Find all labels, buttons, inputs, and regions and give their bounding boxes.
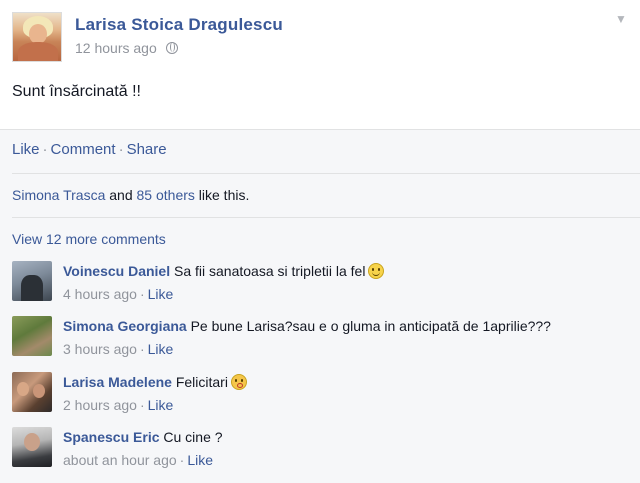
commenter-name[interactable]: Spanescu Eric [63, 429, 160, 445]
comment-like-button[interactable]: Like [148, 286, 174, 302]
likes-summary: Simona Trasca and 85 others like this. [12, 187, 249, 203]
comment-time[interactable]: about an hour ago [63, 452, 177, 468]
commenter-avatar[interactable] [12, 372, 52, 412]
comment-meta: 4 hours ago · Like [63, 286, 174, 302]
post-header: Larisa Stoica Dragulescu 12 hours ago ▼ [12, 12, 628, 62]
comment-meta: 3 hours ago · Like [63, 341, 174, 357]
comment-body: Simona Georgiana Pe bune Larisa?sau e o … [63, 318, 551, 334]
comment-item: Larisa Madelene Felicitari 2 hours ago · L… [12, 372, 632, 416]
smile-emoji-icon [368, 263, 385, 279]
post-timestamp[interactable]: 12 hours ago [75, 40, 157, 56]
author-avatar[interactable] [12, 12, 62, 62]
comment-like-button[interactable]: Like [148, 341, 174, 357]
author-name[interactable]: Larisa Stoica Dragulescu [75, 15, 283, 35]
post-meta: 12 hours ago [75, 40, 178, 56]
comment-body: Larisa Madelene Felicitari [63, 374, 247, 390]
view-more-comments-link[interactable]: View 12 more comments [12, 231, 166, 247]
comment-time[interactable]: 3 hours ago [63, 341, 137, 357]
divider [12, 217, 640, 218]
likes-suffix: like this. [198, 187, 250, 203]
action-separator: · [118, 141, 124, 158]
kiss-emoji-icon [230, 374, 247, 390]
commenter-name[interactable]: Simona Georgiana [63, 318, 187, 334]
commenter-avatar[interactable] [12, 261, 52, 301]
commenter-avatar[interactable] [12, 316, 52, 356]
comment-item: Spanescu Eric Cu cine ? about an hour ag… [12, 427, 632, 471]
facebook-post: Larisa Stoica Dragulescu 12 hours ago ▼ … [0, 0, 640, 483]
globe-icon[interactable] [165, 42, 178, 54]
comment-time[interactable]: 2 hours ago [63, 397, 137, 413]
comment-meta: about an hour ago · Like [63, 452, 214, 468]
commenter-avatar[interactable] [12, 427, 52, 467]
comment-text: Pe bune Larisa?sau e o gluma in anticipa… [190, 318, 551, 334]
comment-body: Voinescu Daniel Sa fii sanatoasa si trip… [63, 263, 385, 279]
comment-body: Spanescu Eric Cu cine ? [63, 429, 223, 445]
likes-connector: and [109, 187, 133, 203]
comment-meta: 2 hours ago · Like [63, 397, 174, 413]
comment-item: Voinescu Daniel Sa fii sanatoasa si trip… [12, 261, 632, 305]
comment-text: Felicitari [175, 374, 228, 390]
divider [12, 173, 640, 174]
share-button[interactable]: Share [127, 141, 167, 158]
post-status-text: Sunt însărcinată !! [12, 83, 141, 100]
comment-text: Cu cine ? [163, 429, 223, 445]
commenter-name[interactable]: Voinescu Daniel [63, 263, 170, 279]
comment-like-button[interactable]: Like [187, 452, 213, 468]
comment-item: Simona Georgiana Pe bune Larisa?sau e o … [12, 316, 632, 360]
action-separator: · [42, 141, 48, 158]
liker-name[interactable]: Simona Trasca [12, 187, 105, 203]
commenter-name[interactable]: Larisa Madelene [63, 374, 172, 390]
likes-others-link[interactable]: 85 others [137, 187, 195, 203]
comment-like-button[interactable]: Like [148, 397, 174, 413]
comment-text: Sa fii sanatoasa si tripletii la fel [174, 263, 366, 279]
comment-button[interactable]: Comment [51, 141, 116, 158]
feedback-section: Like · Comment · Share Simona Trasca and 85 … [0, 129, 640, 483]
chevron-down-icon[interactable]: ▼ [614, 12, 628, 26]
like-button[interactable]: Like [12, 141, 40, 158]
post-actions: Like · Comment · Share [12, 141, 167, 158]
comment-time[interactable]: 4 hours ago [63, 286, 137, 302]
